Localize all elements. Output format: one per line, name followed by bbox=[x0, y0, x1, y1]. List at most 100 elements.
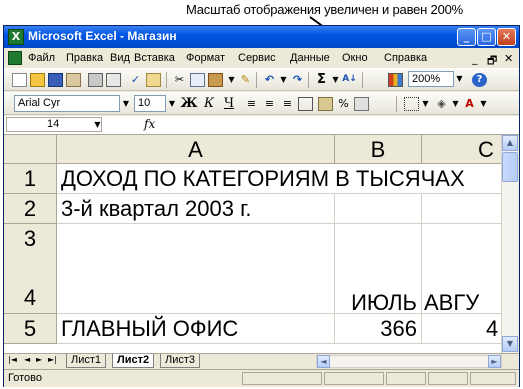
vertical-scrollbar[interactable]: ▲ ▼ bbox=[501, 135, 518, 353]
cell-b1[interactable] bbox=[335, 164, 422, 194]
cut-icon[interactable]: ✂ bbox=[172, 73, 187, 87]
excel-app-icon: X bbox=[8, 29, 24, 45]
menu-insert[interactable]: Вставка bbox=[134, 52, 175, 64]
scroll-left-icon[interactable]: ◄ bbox=[317, 355, 330, 368]
currency-icon[interactable] bbox=[318, 97, 333, 111]
permission-icon[interactable] bbox=[66, 73, 81, 87]
font-color-dropdown-icon[interactable]: ▼ bbox=[476, 97, 491, 111]
workbook-icon[interactable] bbox=[8, 51, 22, 65]
format-painter-icon[interactable]: ✎ bbox=[238, 73, 253, 87]
cell-c2[interactable] bbox=[422, 194, 501, 224]
fill-dropdown-icon[interactable]: ▼ bbox=[448, 97, 463, 111]
menu-edit[interactable]: Правка bbox=[66, 52, 103, 64]
name-box-dropdown-icon[interactable]: ▼ bbox=[90, 118, 105, 132]
menu-file[interactable]: Файл bbox=[28, 52, 55, 64]
status-panel bbox=[428, 372, 468, 385]
row-header-5[interactable]: 5 bbox=[4, 314, 57, 344]
font-color-icon[interactable]: A bbox=[462, 97, 477, 111]
row-header-4[interactable]: 4 bbox=[4, 253, 57, 314]
fill-color-icon[interactable]: ◈ bbox=[434, 97, 449, 111]
percent-icon[interactable]: % bbox=[336, 97, 351, 111]
copy-icon[interactable] bbox=[190, 73, 205, 87]
cell-a3[interactable] bbox=[57, 224, 335, 314]
scroll-right-icon[interactable]: ► bbox=[488, 355, 501, 368]
spelling-icon[interactable]: ✓ bbox=[128, 73, 143, 87]
undo-icon[interactable]: ↶ bbox=[262, 73, 277, 87]
tab-last-icon[interactable]: ►| bbox=[48, 355, 57, 364]
row-header-2[interactable]: 2 bbox=[4, 194, 57, 224]
help-icon[interactable]: ? bbox=[472, 73, 487, 87]
align-left-icon[interactable]: ≡ bbox=[244, 97, 259, 111]
fx-icon[interactable]: fx bbox=[144, 117, 155, 131]
menu-format[interactable]: Формат bbox=[186, 52, 225, 64]
row-header-1[interactable]: 1 bbox=[4, 164, 57, 194]
maximize-button[interactable]: □ bbox=[477, 28, 496, 46]
scroll-down-icon[interactable]: ▼ bbox=[502, 336, 518, 352]
save-icon[interactable] bbox=[48, 73, 63, 87]
menu-tools[interactable]: Сервис bbox=[238, 52, 276, 64]
borders-icon[interactable] bbox=[404, 97, 419, 111]
align-center-icon[interactable]: ≡ bbox=[262, 97, 277, 111]
name-box[interactable]: 14 bbox=[6, 117, 102, 132]
menu-window[interactable]: Окно bbox=[342, 52, 368, 64]
redo-icon[interactable]: ↷ bbox=[290, 73, 305, 87]
minimize-button[interactable]: _ bbox=[457, 28, 476, 46]
scroll-up-icon[interactable]: ▲ bbox=[502, 135, 518, 151]
menu-view[interactable]: Вид bbox=[110, 52, 130, 64]
merge-center-icon[interactable] bbox=[298, 97, 313, 111]
borders-dropdown-icon[interactable]: ▼ bbox=[418, 97, 433, 111]
font-size-dropdown-icon[interactable]: ▼ bbox=[166, 95, 178, 112]
close-button[interactable]: ✕ bbox=[497, 28, 516, 46]
undo-dropdown-icon[interactable]: ▼ bbox=[276, 73, 291, 87]
underline-button[interactable]: Ч bbox=[220, 96, 238, 112]
new-icon[interactable] bbox=[12, 73, 27, 87]
bold-button[interactable]: Ж bbox=[180, 96, 198, 112]
menu-data[interactable]: Данные bbox=[290, 52, 330, 64]
status-panel bbox=[242, 372, 322, 385]
tab-sheet1[interactable]: Лист1 bbox=[66, 354, 107, 368]
cell-b2[interactable] bbox=[335, 194, 422, 224]
row-header-3[interactable]: 3 bbox=[4, 224, 57, 253]
align-right-icon[interactable]: ≡ bbox=[280, 97, 295, 111]
italic-button[interactable]: К bbox=[200, 96, 218, 112]
sort-ascending-icon[interactable]: A↓ bbox=[342, 73, 357, 87]
select-all-corner[interactable] bbox=[4, 135, 57, 164]
chart-wizard-icon[interactable] bbox=[388, 73, 403, 87]
doc-minimize-button[interactable]: _ bbox=[472, 52, 478, 65]
toolbar-separator bbox=[308, 72, 309, 88]
tab-sheet3[interactable]: Лист3 bbox=[160, 354, 201, 368]
column-header-c[interactable]: C bbox=[422, 135, 501, 164]
print-icon[interactable] bbox=[88, 73, 103, 87]
paste-dropdown-icon[interactable]: ▼ bbox=[224, 73, 239, 87]
zoom-combo[interactable]: 200% bbox=[408, 71, 454, 87]
tab-sheet2[interactable]: Лист2 bbox=[112, 354, 155, 368]
font-combo[interactable]: Arial Cyr bbox=[14, 95, 120, 112]
column-header-b[interactable]: B bbox=[335, 135, 422, 164]
doc-close-button[interactable]: ✕ bbox=[504, 52, 513, 65]
autosum-dropdown-icon[interactable]: ▼ bbox=[328, 73, 343, 87]
cell-b4[interactable]: ИЮЛЬ bbox=[335, 224, 422, 315]
column-header-a[interactable]: A bbox=[57, 135, 335, 164]
research-icon[interactable] bbox=[146, 73, 161, 87]
cell-b5[interactable]: 366 bbox=[335, 314, 422, 344]
cell-a1[interactable]: ДОХОД ПО КАТЕГОРИЯМ В ТЫСЯЧАХ bbox=[57, 164, 465, 194]
print-preview-icon[interactable] bbox=[106, 73, 121, 87]
comma-style-icon[interactable] bbox=[354, 97, 369, 111]
cell-a5[interactable]: ГЛАВНЫЙ ОФИС bbox=[57, 314, 335, 344]
paste-icon[interactable] bbox=[208, 73, 223, 87]
cell-c1[interactable] bbox=[422, 164, 501, 194]
font-dropdown-icon[interactable]: ▼ bbox=[120, 95, 132, 112]
cell-c5[interactable]: 4 bbox=[422, 314, 501, 344]
open-icon[interactable] bbox=[30, 73, 45, 87]
cell-a2[interactable]: 3-й квартал 2003 г. bbox=[57, 194, 335, 224]
autosum-icon[interactable]: Σ bbox=[314, 73, 329, 87]
cell-c4[interactable]: АВГУ bbox=[422, 224, 501, 315]
tab-first-icon[interactable]: |◄ bbox=[8, 355, 17, 364]
zoom-dropdown-icon[interactable]: ▼ bbox=[453, 71, 466, 87]
menu-help[interactable]: Справка bbox=[384, 52, 427, 64]
horizontal-scrollbar[interactable]: ◄ ► bbox=[316, 355, 502, 368]
tab-prev-icon[interactable]: ◄ bbox=[24, 355, 30, 364]
tab-next-icon[interactable]: ► bbox=[36, 355, 42, 364]
font-size-combo[interactable]: 10 bbox=[134, 95, 166, 112]
vertical-scroll-thumb[interactable] bbox=[502, 152, 518, 182]
